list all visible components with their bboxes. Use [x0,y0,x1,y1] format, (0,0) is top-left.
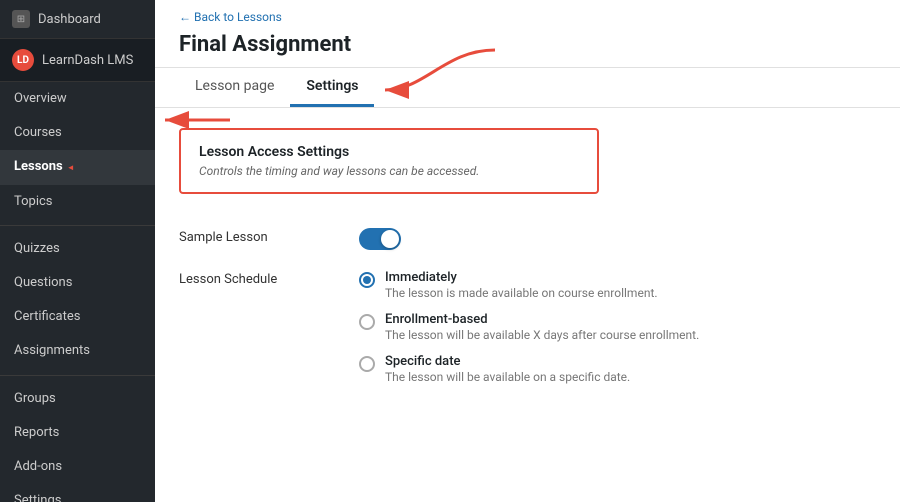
content-area: Lesson Access Settings Controls the timi… [155,108,900,502]
sidebar-item-certificates[interactable]: Certificates [0,300,155,334]
sidebar-item-label: Certificates [14,308,80,326]
settings-box-description: Controls the timing and way lessons can … [199,164,579,178]
radio-text-enrollment: Enrollment-based The lesson will be avai… [385,312,699,342]
tabs-bar: Lesson page Settings [155,68,900,108]
brand-icon: LD [12,49,34,71]
main-content: ← Back to Lessons Final Assignment Lesso… [155,0,900,502]
sidebar-item-label: Quizzes [14,240,60,258]
sidebar-item-label: Groups [14,390,56,408]
radio-desc-immediately: The lesson is made available on course e… [385,286,658,300]
sidebar-item-label: Assignments [14,342,90,360]
toggle-knob [381,230,399,248]
sidebar-item-settings[interactable]: Settings [0,484,155,502]
sample-lesson-toggle[interactable] [359,228,401,250]
sidebar-item-label: Overview [14,90,67,108]
sidebar-item-groups[interactable]: Groups [0,382,155,416]
sidebar-item-quizzes[interactable]: Quizzes [0,232,155,266]
radio-specific-date[interactable]: Specific date The lesson will be availab… [359,354,699,384]
sidebar-item-label: Questions [14,274,72,292]
radio-title-enrollment: Enrollment-based [385,312,699,327]
back-link-text: ← Back to Lessons [179,10,282,24]
nav-divider-2 [0,375,155,376]
radio-enrollment-based[interactable]: Enrollment-based The lesson will be avai… [359,312,699,342]
radio-options-group: Immediately The lesson is made available… [359,270,699,384]
page-title: Final Assignment [155,28,900,68]
radio-immediately[interactable]: Immediately The lesson is made available… [359,270,699,300]
sidebar-item-label: Settings [14,492,61,502]
radio-title-specific-date: Specific date [385,354,630,369]
sidebar-item-overview[interactable]: Overview [0,82,155,116]
sidebar-item-questions[interactable]: Questions [0,266,155,300]
radio-desc-enrollment: The lesson will be available X days afte… [385,328,699,342]
lesson-schedule-row: Lesson Schedule Immediately The lesson i… [179,260,876,394]
sidebar-item-label: Reports [14,424,59,442]
sidebar-nav: Overview Courses Lessons Topics Quizzes … [0,82,155,502]
nav-divider-1 [0,225,155,226]
dashboard-item[interactable]: ⊞ Dashboard [0,0,155,39]
radio-title-immediately: Immediately [385,270,658,285]
sidebar-item-addons[interactable]: Add-ons [0,450,155,484]
sidebar-item-label: Topics [14,193,53,211]
dashboard-label: Dashboard [38,12,101,27]
sidebar-item-label: Courses [14,124,62,142]
sidebar-item-topics[interactable]: Topics [0,185,155,219]
settings-box-title: Lesson Access Settings [199,144,579,160]
sample-lesson-label: Sample Lesson [179,228,339,245]
dashboard-icon: ⊞ [12,10,30,28]
sidebar-item-reports[interactable]: Reports [0,416,155,450]
sidebar: ⊞ Dashboard LD LearnDash LMS Overview Co… [0,0,155,502]
lesson-access-settings-box: Lesson Access Settings Controls the timi… [179,128,599,194]
tab-settings[interactable]: Settings [290,68,374,107]
brand-label: LearnDash LMS [42,53,133,68]
brand-item: LD LearnDash LMS [0,39,155,82]
sidebar-item-assignments[interactable]: Assignments [0,334,155,368]
sidebar-item-label: Lessons [14,158,63,176]
tab-lesson-page[interactable]: Lesson page [179,68,290,107]
lesson-schedule-label: Lesson Schedule [179,270,339,287]
radio-circle-enrollment [359,314,375,330]
sidebar-item-label: Add-ons [14,458,62,476]
radio-circle-specific-date [359,356,375,372]
sidebar-item-lessons[interactable]: Lessons [0,150,155,184]
radio-circle-immediately [359,272,375,288]
sample-lesson-row: Sample Lesson [179,218,876,260]
radio-desc-specific-date: The lesson will be available on a specif… [385,370,630,384]
radio-text-immediately: Immediately The lesson is made available… [385,270,658,300]
back-link[interactable]: ← Back to Lessons [155,0,900,28]
sidebar-item-courses[interactable]: Courses [0,116,155,150]
radio-text-specific-date: Specific date The lesson will be availab… [385,354,630,384]
